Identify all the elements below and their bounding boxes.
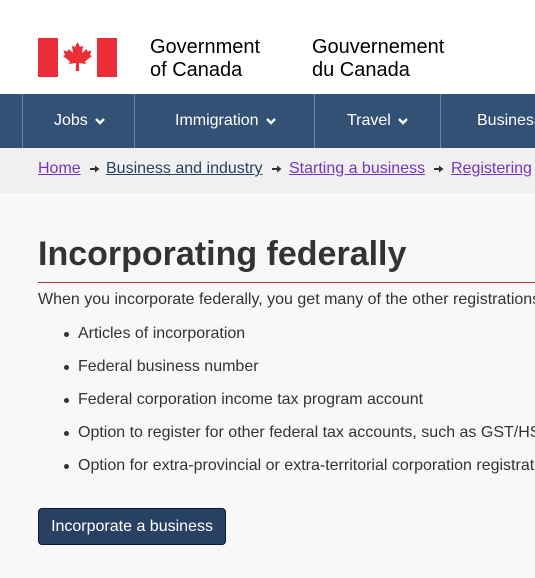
bullet-icon	[64, 332, 69, 337]
menu-divider	[22, 94, 23, 148]
menu-item-immigration[interactable]: Immigration	[175, 94, 277, 148]
breadcrumb: Home Business and industry Starting a bu…	[0, 148, 535, 193]
list-item-text: Articles of incorporation	[78, 325, 246, 342]
government-of-canada-wordmark-fr[interactable]: Gouvernement du Canada	[312, 36, 444, 82]
government-of-canada-wordmark-en[interactable]: Government of Canada	[150, 36, 260, 82]
chevron-down-icon	[265, 117, 276, 125]
list-item-text: Federal corporation income tax program a…	[78, 391, 424, 408]
wordmark-en-line2: of Canada	[150, 59, 243, 81]
bullet-icon	[64, 431, 69, 436]
arrow-right-icon	[90, 165, 100, 173]
incorporate-a-business-button[interactable]: Incorporate a business	[38, 508, 226, 545]
bullet-icon	[64, 398, 69, 403]
menu-item-business[interactable]: Business	[477, 94, 535, 148]
main-menu: Jobs Immigration Travel Business	[0, 94, 535, 148]
breadcrumb-business-and-industry[interactable]: Business and industry	[106, 160, 263, 178]
list-item-text: Option for extra-provincial or extra-ter…	[78, 457, 535, 474]
list-item-text: Federal business number	[78, 358, 259, 375]
list-item-text: Option to register for other federal tax…	[78, 424, 535, 441]
menu-item-label: Business	[477, 112, 535, 129]
site-header: Government of Canada Gouvernement du Can…	[0, 0, 535, 94]
breadcrumb-registering[interactable]: Registering	[451, 160, 532, 178]
breadcrumb-home[interactable]: Home	[38, 160, 81, 178]
menu-divider	[314, 94, 315, 148]
menu-item-travel[interactable]: Travel	[347, 94, 409, 148]
wordmark-en-line1: Government	[150, 36, 261, 58]
chevron-down-icon	[94, 117, 105, 125]
menu-item-label: Immigration	[175, 112, 259, 129]
arrow-right-icon	[434, 165, 444, 173]
menu-item-jobs[interactable]: Jobs	[54, 94, 106, 148]
menu-divider	[134, 94, 135, 148]
arrow-right-icon	[272, 165, 282, 173]
title-underline	[38, 282, 535, 283]
menu-item-label: Travel	[347, 112, 391, 129]
bullet-icon	[64, 464, 69, 469]
intro-paragraph: When you incorporate federally, you get …	[38, 291, 535, 308]
wordmark-fr-line1: Gouvernement	[312, 36, 445, 58]
chevron-down-icon	[398, 117, 408, 125]
menu-item-label: Jobs	[54, 112, 88, 129]
menu-divider	[440, 94, 441, 148]
canada-flag-icon[interactable]	[38, 38, 117, 77]
wordmark-fr-line2: du Canada	[312, 59, 410, 81]
page-title: Incorporating federally	[38, 235, 407, 273]
bullet-icon	[64, 365, 69, 370]
breadcrumb-starting-a-business[interactable]: Starting a business	[289, 160, 425, 178]
